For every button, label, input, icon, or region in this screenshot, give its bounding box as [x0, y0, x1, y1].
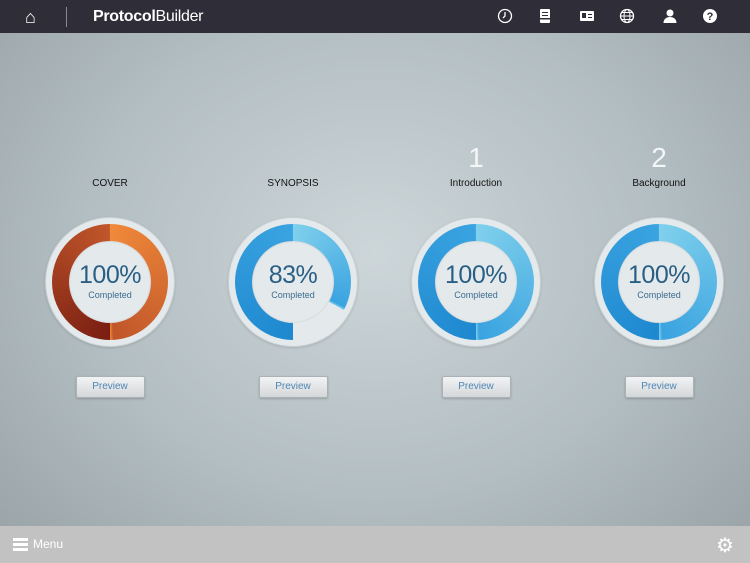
section-title: Introduction: [449, 178, 503, 189]
section-title: COVER: [92, 178, 128, 189]
progress-percent: 100%: [628, 261, 690, 289]
section-number: [40, 140, 180, 176]
progress-status: Completed: [88, 290, 132, 300]
progress-status: Completed: [637, 290, 681, 300]
gear-icon[interactable]: ⚙: [716, 533, 734, 558]
top-bar: ⌂ ProtocolBuilder ?: [0, 0, 750, 33]
preview-button[interactable]: Preview: [75, 376, 145, 398]
section-number: 1: [468, 142, 484, 173]
section-title: SYNOPSIS: [267, 178, 319, 189]
progress-percent: 100%: [445, 261, 507, 289]
user-icon[interactable]: [662, 8, 678, 24]
section-number: [223, 140, 363, 176]
section-title: Background: [632, 178, 686, 189]
brand-bold: Protocol: [93, 8, 156, 25]
menu-button[interactable]: Menu: [13, 537, 63, 551]
preview-button[interactable]: Preview: [441, 376, 511, 398]
app-logo: ProtocolBuilder: [93, 8, 204, 26]
progress-dial: 100% Completed: [46, 218, 174, 346]
brand-light: Builder: [155, 8, 204, 25]
home-icon[interactable]: ⌂: [25, 7, 36, 28]
section-card: 1 Introduction 100% Completed Preview: [406, 140, 546, 398]
help-icon[interactable]: ?: [702, 8, 718, 24]
menu-label: Menu: [33, 537, 64, 551]
svg-text:?: ?: [707, 11, 714, 23]
progress-percent: 83%: [268, 261, 318, 289]
section-number: 2: [651, 142, 667, 173]
hamburger-icon: [13, 537, 28, 551]
section-card: 2 Background 100% Completed Preview: [589, 140, 729, 398]
progress-status: Completed: [454, 290, 498, 300]
progress-status: Completed: [271, 290, 315, 300]
progress-dial: 100% Completed: [412, 218, 540, 346]
globe-icon[interactable]: [619, 8, 635, 24]
section-card: SYNOPSIS 83% Completed Preview: [223, 140, 363, 398]
progress-dial: 100% Completed: [595, 218, 723, 346]
progress-dial: 83% Completed: [229, 218, 357, 346]
divider: [66, 7, 67, 27]
progress-percent: 100%: [79, 261, 141, 289]
id-card-icon[interactable]: [579, 8, 595, 24]
clock-icon[interactable]: [497, 8, 513, 24]
document-icon[interactable]: [537, 8, 553, 24]
preview-button[interactable]: Preview: [624, 376, 694, 398]
preview-button[interactable]: Preview: [258, 376, 328, 398]
bottom-bar: Menu ⚙: [0, 526, 750, 563]
section-card: COVER 100% Completed Preview: [40, 140, 180, 398]
